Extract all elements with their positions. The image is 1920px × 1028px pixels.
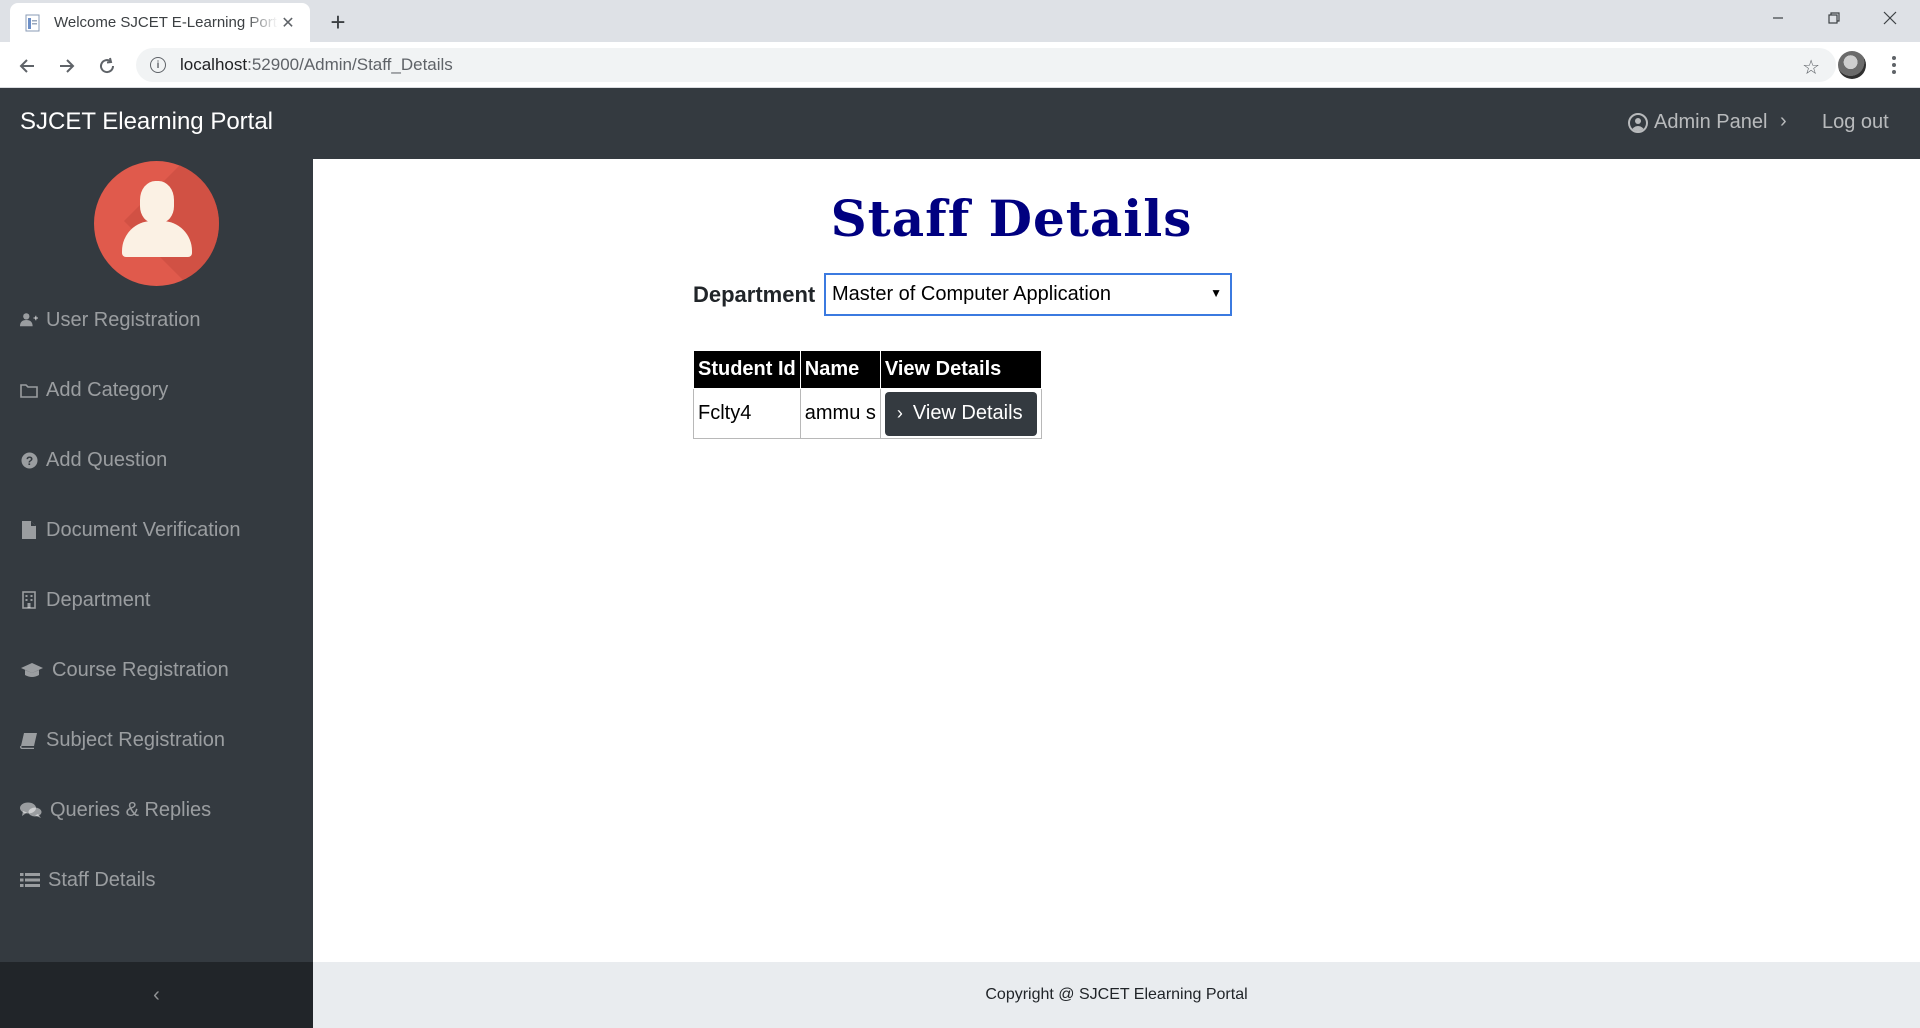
page-footer: Copyright @ SJCET Elearning Portal [313,962,1920,1028]
column-header-student-id: Student Id [693,350,801,389]
sidebar-item-queries-replies[interactable]: Queries & Replies [20,795,211,825]
sidebar-item-staff-details[interactable]: Staff Details [20,865,155,895]
browser-toolbar: i localhost:52900/Admin/Staff_Details ☆ [0,42,1920,88]
profile-avatar-icon[interactable] [1838,51,1866,79]
dropdown-arrow-icon: ▼ [1210,286,1222,300]
admin-panel-label: Admin Panel [1654,111,1768,133]
site-info-icon[interactable]: i [150,57,166,73]
brand-title[interactable]: SJCET Elearning Portal [20,108,273,136]
sidebar-item-department[interactable]: Department [20,585,151,615]
reload-icon[interactable] [91,50,123,82]
sidebar-item-label: Course Registration [52,658,229,681]
sidebar-item-document-verification[interactable]: Document Verification [20,515,241,545]
user-plus-icon [20,311,38,329]
sidebar-collapse-button[interactable]: ‹ [0,962,313,1028]
sidebar-item-label: Department [46,588,151,611]
sidebar-item-add-category[interactable]: Add Category [20,375,168,405]
logout-link[interactable]: Log out [1822,111,1889,134]
staff-table: Student Id Name View Details Fclty4 ammu… [693,350,1042,439]
sidebar-item-label: Add Question [46,448,168,471]
admin-avatar [94,161,219,286]
book-icon [20,731,38,749]
file-icon [20,521,38,539]
sidebar-item-label: User Registration [46,308,201,331]
main-content: Staff Details Department Master of Compu… [313,159,1920,962]
restore-icon[interactable] [1806,0,1862,36]
browser-tabstrip: Welcome SJCET E-Learning Portal ✕ + [0,0,1920,42]
comments-icon [20,801,42,819]
department-label: Department [693,282,816,307]
forward-icon[interactable] [51,50,83,82]
sidebar-item-label: Queries & Replies [50,798,212,821]
sidebar-item-add-question[interactable]: ? Add Question [20,445,167,475]
table-row: Fclty4 ammu s › View Details [693,388,1042,439]
sidebar-item-subject-registration[interactable]: Subject Registration [20,725,225,755]
sidebar-item-course-registration[interactable]: Course Registration [20,655,229,685]
admin-panel-link[interactable]: Admin Panel [1628,111,1767,134]
bookmark-star-icon[interactable]: ☆ [1802,55,1820,80]
close-tab-icon[interactable]: ✕ [278,13,298,33]
chevron-left-icon: ‹ [153,983,160,1006]
page-title: Staff Details [830,189,1193,248]
tab-title: Welcome SJCET E-Learning Portal [54,14,278,31]
sidebar-item-label: Staff Details [48,868,156,891]
cell-action: › View Details [879,388,1042,439]
copyright-text: Copyright @ SJCET Elearning Portal [985,986,1248,1003]
chevron-right-icon: › [896,403,903,423]
svg-text:?: ? [25,454,32,468]
user-circle-icon [1628,112,1648,133]
close-window-icon[interactable] [1862,0,1918,36]
sidebar-item-label: Document Verification [46,518,241,541]
column-header-name: Name [799,350,881,389]
back-icon[interactable] [11,50,43,82]
table-header-row: Student Id Name View Details [693,350,1042,389]
question-circle-icon: ? [20,451,38,469]
cell-name: ammu s [799,388,881,439]
cell-student-id: Fclty4 [693,388,801,439]
url-text: localhost:52900/Admin/Staff_Details [180,55,453,74]
folder-icon [20,381,38,399]
sidebar-item-label: Subject Registration [46,728,225,751]
address-bar[interactable]: i localhost:52900/Admin/Staff_Details ☆ [136,48,1836,82]
browser-menu-icon[interactable] [1884,54,1904,76]
view-details-button[interactable]: › View Details [884,391,1037,436]
department-select[interactable]: Master of Computer Application ▼ [824,273,1232,316]
department-selected-value: Master of Computer Application [832,283,1112,305]
graduation-cap-icon [20,661,44,679]
minimize-icon[interactable] [1750,0,1806,36]
sidebar: User Registration Add Category ? Add Que… [0,159,313,1028]
building-icon [20,591,38,609]
new-tab-button[interactable]: + [324,7,352,37]
view-details-label: View Details [912,402,1023,424]
sidebar-item-user-registration[interactable]: User Registration [20,305,201,335]
page-favicon-icon [24,14,42,32]
browser-tab[interactable]: Welcome SJCET E-Learning Portal ✕ [10,3,310,42]
list-icon [20,871,40,889]
column-header-view-details: View Details [879,350,1042,389]
chevron-right-icon: › [1780,110,1787,132]
site-header: SJCET Elearning Portal Admin Panel › Log… [0,88,1920,159]
sidebar-item-label: Add Category [46,378,169,401]
